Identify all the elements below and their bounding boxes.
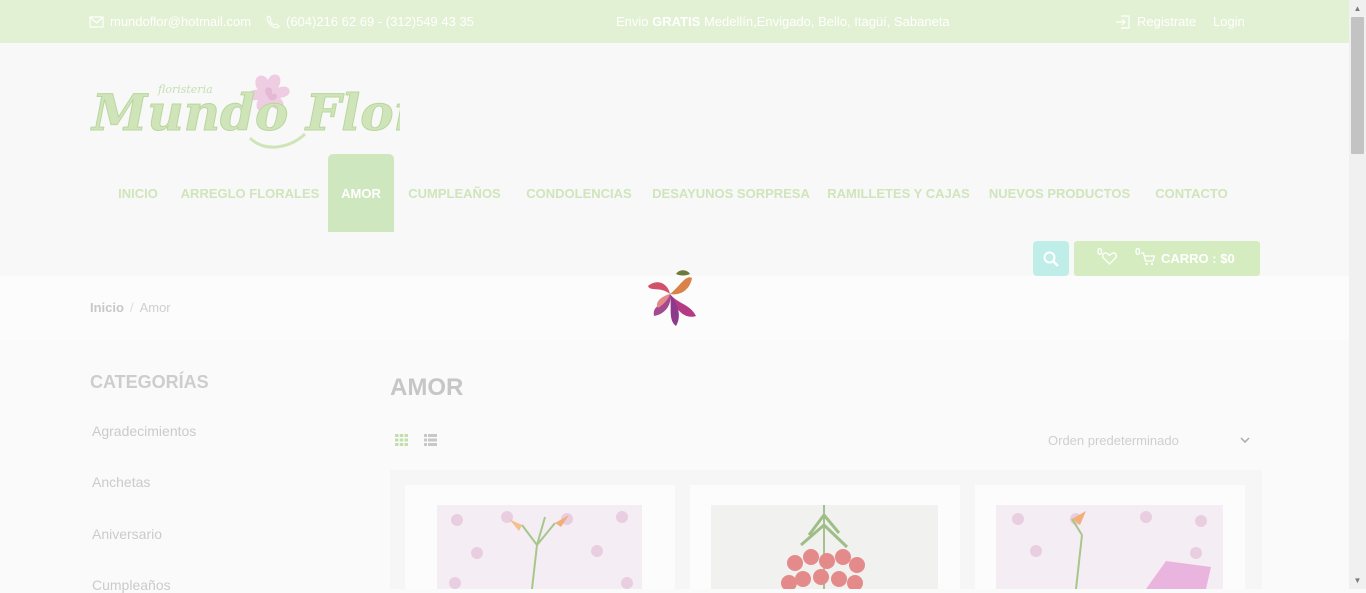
- breadcrumb-home[interactable]: Inicio: [90, 300, 124, 315]
- product-image[interactable]: [996, 505, 1223, 589]
- breadcrumb: Inicio / Amor: [90, 300, 171, 315]
- scroll-up-arrow-icon[interactable]: ▲: [1349, 0, 1366, 17]
- grid-view-button[interactable]: [395, 433, 408, 451]
- search-icon: [1043, 251, 1059, 267]
- nav-contacto[interactable]: CONTACTO: [1155, 154, 1227, 232]
- scroll-down-arrow-icon[interactable]: ▼: [1349, 572, 1366, 589]
- loading-flower-icon: [640, 264, 705, 330]
- cart-link[interactable]: CARRO : $0: [1140, 241, 1235, 276]
- cart-button[interactable]: 0 0 CARRO : $0: [1074, 241, 1260, 276]
- chevron-down-icon: [1240, 437, 1250, 443]
- breadcrumb-current: Amor: [139, 300, 171, 315]
- sort-value: Orden predeterminado: [1048, 432, 1179, 448]
- phone-link[interactable]: (604)216 62 69 - (312)549 43 35: [266, 0, 474, 43]
- top-info-bar: mundoflor@hotmail.com (604)216 62 69 - (…: [0, 0, 1349, 43]
- nav-arreglo-florales[interactable]: ARREGLO FLORALES: [181, 154, 320, 232]
- nav-ramilletes-y-cajas[interactable]: RAMILLETES Y CAJAS: [827, 154, 970, 232]
- breadcrumb-separator: /: [129, 300, 134, 315]
- email-text: mundoflor@hotmail.com: [110, 14, 252, 29]
- nav-desayunos-sorpresa[interactable]: DESAYUNOS SORPRESA: [652, 154, 810, 232]
- cart-icon: [1141, 251, 1156, 265]
- category-cumpleanos[interactable]: Cumpleaños: [92, 577, 171, 593]
- category-aniversario[interactable]: Aniversario: [92, 526, 162, 542]
- nav-nuevos-productos[interactable]: NUEVOS PRODUCTOS: [989, 154, 1130, 232]
- logo-wordmark: Mundo Flor: [90, 83, 400, 142]
- product-image[interactable]: [437, 505, 642, 589]
- register-text: Registrate: [1137, 14, 1197, 29]
- email-link[interactable]: mundoflor@hotmail.com: [89, 0, 251, 43]
- grid-view-icon: [395, 434, 408, 446]
- mail-icon: [89, 15, 104, 28]
- nav-amor[interactable]: AMOR: [328, 154, 394, 232]
- cart-total: CARRO : $0: [1161, 251, 1235, 266]
- nav-cumpleanos[interactable]: CUMPLEAÑOS: [408, 154, 500, 232]
- shipping-prefix: Envio: [616, 14, 649, 29]
- category-agradecimientos[interactable]: Agradecimientos: [92, 423, 196, 439]
- scrollbar-thumb[interactable]: [1351, 17, 1364, 154]
- wishlist-link[interactable]: [1102, 241, 1117, 276]
- register-link[interactable]: Registrate: [1115, 0, 1196, 43]
- search-button[interactable]: [1033, 241, 1069, 276]
- login-link[interactable]: Login: [1213, 0, 1245, 43]
- category-anchetas[interactable]: Anchetas: [92, 474, 150, 490]
- nav-inicio[interactable]: INICIO: [117, 154, 159, 232]
- list-view-icon: [424, 434, 437, 446]
- product-image[interactable]: [711, 505, 938, 589]
- site-logo[interactable]: floristeria Mundo Flor: [90, 68, 424, 158]
- main-nav: INICIO ARREGLO FLORALES AMOR CUMPLEAÑOS …: [0, 154, 1349, 232]
- shipping-bold: GRATIS: [652, 14, 701, 29]
- sort-select[interactable]: Orden predeterminado: [1040, 426, 1258, 454]
- page-title: AMOR: [390, 374, 464, 401]
- phone-icon: [266, 14, 280, 29]
- nav-condolencias[interactable]: CONDOLENCIAS: [526, 154, 631, 232]
- login-text: Login: [1213, 14, 1245, 29]
- shipping-notice: Envio GRATIS Medellín,Envigado, Bello, I…: [616, 0, 950, 43]
- categories-title: CATEGORÍAS: [90, 372, 209, 392]
- phone-text: (604)216 62 69 - (312)549 43 35: [286, 14, 474, 29]
- shipping-cities: Medellín,Envigado, Bello, Itagüí, Sabane…: [703, 14, 950, 29]
- login-icon: [1116, 14, 1130, 29]
- list-view-button[interactable]: [424, 433, 437, 451]
- heart-icon: [1102, 252, 1117, 265]
